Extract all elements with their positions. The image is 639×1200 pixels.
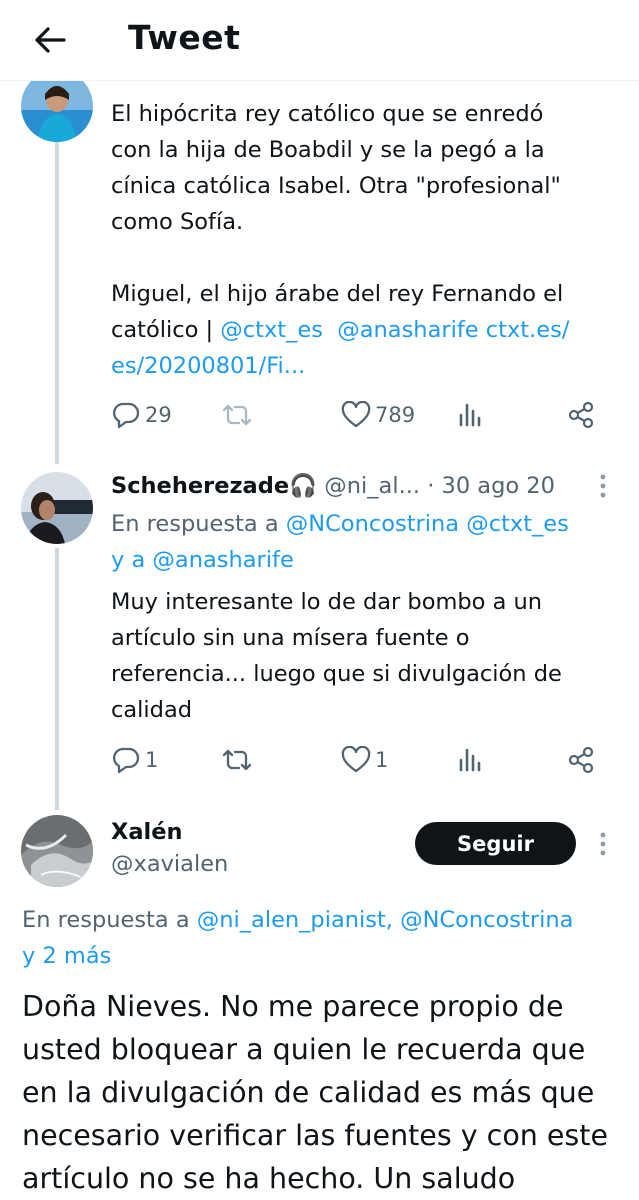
main-tweet-header: Xalén @xavialen: [111, 816, 228, 880]
share-button[interactable]: [566, 740, 596, 780]
tweet-text-line: en la divulgación de calidad es más que: [22, 1076, 595, 1109]
views-icon: [459, 403, 481, 427]
tweet-text-line: necesario verificar las fuentes y con es…: [22, 1119, 608, 1152]
tweet-text-line: artículo no se ha hecho. Un saludo: [22, 1162, 516, 1195]
thread-line: [55, 548, 59, 810]
views-icon: [459, 748, 481, 772]
follow-button[interactable]: Seguir: [415, 822, 576, 865]
tweet-text-line: artículo sin una mísera fuente o: [111, 625, 470, 651]
user-handle[interactable]: @ni_al...: [324, 473, 420, 499]
retweet-icon: [222, 749, 252, 771]
reply-context: En respuesta a @ni_alen_pianist, @NConco…: [22, 902, 622, 974]
tweet-actions: 1 1: [111, 740, 611, 780]
reply-count: 29: [145, 403, 172, 427]
reply-context-line: En respuesta a @ni_alen_pianist, @NConco…: [22, 902, 622, 938]
avatar[interactable]: [21, 815, 93, 887]
tweet-text-line: referencia... luego que si divulgación d…: [111, 661, 562, 687]
reply-icon: [112, 747, 140, 774]
reply-count: 1: [145, 748, 159, 772]
tweet-text: El hipócrita rey católico que se enredó …: [111, 96, 621, 384]
tweet-text-line: con la hija de Boabdil y se la pegó a la: [111, 137, 545, 163]
share-icon: [568, 401, 594, 429]
tweet-text-line: cínica católica Isabel. Otra "profesiona…: [111, 173, 561, 199]
reply-prefix: En respuesta a: [22, 907, 197, 933]
page-title: Tweet: [128, 18, 241, 57]
views-button[interactable]: [456, 395, 484, 435]
tweet-actions: 29 789: [111, 395, 611, 435]
tweet-text-line: Miguel, el hijo árabe del rey Fernando e…: [111, 281, 564, 307]
tweet-date[interactable]: · 30 ago 20: [427, 473, 555, 499]
avatar[interactable]: [21, 472, 93, 544]
thread-line: [55, 142, 59, 464]
like-count: 789: [375, 403, 416, 427]
reply-context: En respuesta a @NConcostrina @ctxt_es y …: [111, 506, 621, 578]
reply-icon: [112, 402, 140, 429]
reply-prefix: En respuesta a: [111, 511, 286, 537]
like-count: 1: [375, 748, 389, 772]
tweet-text-line: como Sofía.: [111, 209, 244, 235]
mention-link[interactable]: @ctxt_es: [220, 317, 323, 343]
tweet-text-line: católico | @ctxt_es @anasharife ctxt.es/: [111, 312, 621, 348]
mention-link[interactable]: @NConcostrina @ctxt_es: [286, 511, 569, 537]
like-button[interactable]: 1: [341, 740, 388, 780]
retweet-button[interactable]: [221, 395, 257, 435]
retweet-icon: [222, 404, 252, 426]
heart-icon: [341, 746, 371, 773]
more-mentions-link[interactable]: y 2 más: [22, 938, 622, 974]
tweet-text: Muy interesante lo de dar bombo a un art…: [111, 584, 621, 728]
back-arrow-icon[interactable]: [30, 20, 70, 60]
share-icon: [568, 746, 594, 774]
tweet-header: Scheherezade🎧 @ni_al... · 30 ago 20: [111, 470, 555, 502]
display-name[interactable]: Scheherezade🎧: [111, 473, 317, 499]
share-button[interactable]: [566, 395, 596, 435]
views-button[interactable]: [456, 740, 484, 780]
reply-context-line: y a @anasharife: [111, 542, 621, 578]
reply-context-line: En respuesta a @NConcostrina @ctxt_es: [111, 506, 621, 542]
display-name[interactable]: Xalén: [111, 816, 228, 848]
reply-button[interactable]: 29: [111, 395, 172, 435]
tweet-text-line: El hipócrita rey católico que se enredó: [111, 101, 544, 127]
tweet-text-line: Doña Nieves. No me parece propio de: [22, 990, 564, 1023]
tweet-text-fragment: católico |: [111, 317, 221, 343]
mention-link[interactable]: @anasharife: [337, 317, 478, 343]
more-options-icon[interactable]: [598, 472, 608, 502]
main-tweet-text: Doña Nieves. No me parece propio de uste…: [22, 985, 622, 1200]
mention-link[interactable]: @anasharife: [152, 547, 293, 573]
top-bar: Tweet: [0, 0, 639, 81]
retweet-button[interactable]: [221, 740, 257, 780]
user-handle[interactable]: @xavialen: [111, 848, 228, 880]
tweet-text-line: Muy interesante lo de dar bombo a un: [111, 589, 543, 615]
mention-link[interactable]: @ni_alen_pianist, @NConcostrina: [197, 907, 574, 933]
url-link[interactable]: ctxt.es/: [486, 317, 570, 343]
reply-and: y a: [111, 547, 153, 573]
tweet-text-line: calidad: [111, 697, 193, 723]
tweet-text-line: usted bloquear a quien le recuerda que: [22, 1033, 586, 1066]
like-button[interactable]: 789: [341, 395, 415, 435]
reply-button[interactable]: 1: [111, 740, 158, 780]
heart-icon: [341, 401, 371, 428]
url-link[interactable]: es/20200801/Fi...: [111, 348, 621, 384]
more-options-icon[interactable]: [598, 830, 608, 860]
